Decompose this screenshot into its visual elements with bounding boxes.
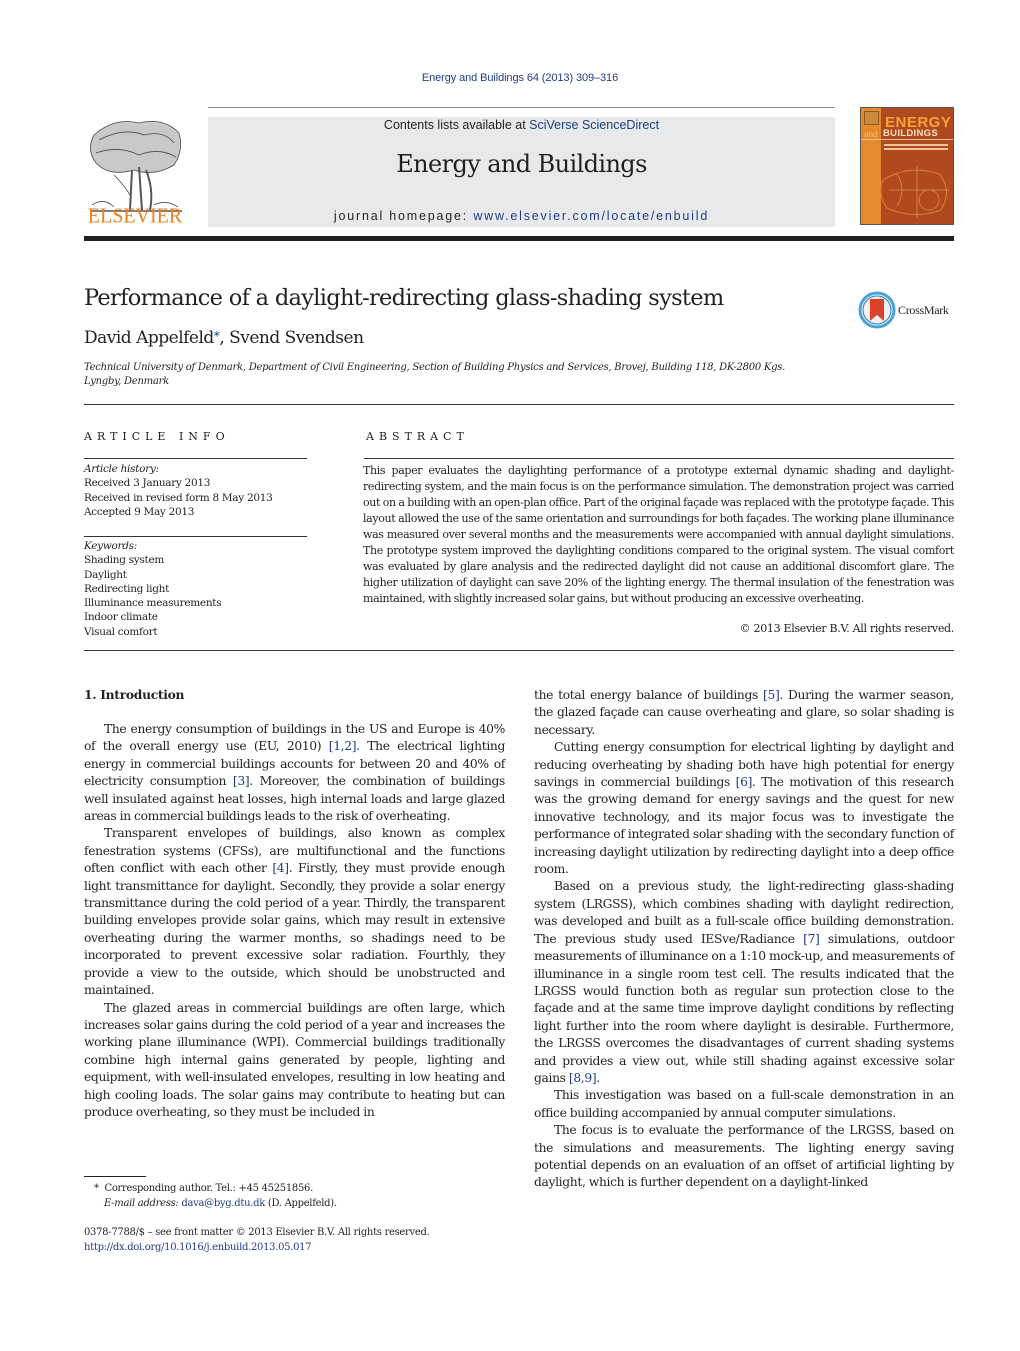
- abstract-copyright: © 2013 Elsevier B.V. All rights reserved…: [739, 622, 955, 635]
- crossmark-label[interactable]: CrossMark: [898, 303, 949, 318]
- footnote-line: * Corresponding author. Tel.: +45 452518…: [94, 1182, 337, 1197]
- section-heading-introduction: 1. Introduction: [84, 687, 185, 702]
- contents-line: Contents lists available at SciVerse Sci…: [208, 118, 835, 132]
- keyword-item: Shading system: [84, 554, 165, 567]
- footnote-rule: [84, 1176, 146, 1177]
- history-item: Received in revised form 8 May 2013: [84, 491, 273, 504]
- front-matter-text: 0378-7788/$ – see front matter © 2013 El…: [84, 1227, 430, 1238]
- journal-homepage-line: journal homepage: www.elsevier.com/locat…: [208, 209, 835, 223]
- journal-citation[interactable]: Energy and Buildings 64 (2013) 309–316: [0, 72, 1020, 84]
- body-column-left: The energy consumption of buildings in t…: [84, 721, 505, 1121]
- author-separator: ,: [219, 328, 230, 348]
- cover-title-buildings: BUILDINGS: [883, 128, 938, 139]
- header-thick-rule: [84, 236, 954, 241]
- email-label: E-mail address:: [104, 1197, 182, 1209]
- corresponding-author-footnote: * Corresponding author. Tel.: +45 452518…: [94, 1182, 337, 1211]
- citation-link[interactable]: [6]: [736, 775, 753, 789]
- keywords-label: Keywords:: [84, 540, 137, 552]
- author-name[interactable]: David Appelfeld: [84, 328, 214, 348]
- keywords-list: Keywords: Shading system Daylight Redire…: [84, 539, 222, 639]
- homepage-prefix: journal homepage:: [333, 209, 474, 223]
- article-info-heading: ARTICLE INFO: [84, 430, 230, 443]
- title-divider: [84, 404, 954, 405]
- citation-link[interactable]: [1,2]: [329, 739, 357, 753]
- keywords-rule: [84, 536, 307, 537]
- footnote-corresponding: Corresponding author. Tel.: +45 45251856…: [104, 1183, 313, 1194]
- article-info-rule: [84, 458, 307, 459]
- crossmark-icon[interactable]: [858, 291, 896, 329]
- history-item: Accepted 9 May 2013: [84, 505, 195, 518]
- paragraph-text: simulations, outdoor measurements of ill…: [534, 931, 954, 1085]
- journal-title: Energy and Buildings: [396, 150, 647, 178]
- body-paragraph: This investigation was based on a full-s…: [534, 1087, 954, 1122]
- abstract-text: This paper evaluates the daylighting per…: [363, 464, 954, 605]
- journal-cover-image[interactable]: ENERGY and BUILDINGS: [860, 107, 954, 225]
- doi-link[interactable]: http://dx.doi.org/10.1016/j.enbuild.2013…: [84, 1241, 429, 1256]
- body-paragraph: The glazed areas in commercial buildings…: [84, 1000, 505, 1122]
- abstract-rule: [364, 458, 954, 459]
- body-column-right: the total energy balance of buildings [5…: [534, 687, 954, 1192]
- email-link[interactable]: dava@byg.dtu.dk: [181, 1198, 265, 1209]
- citation-link[interactable]: [4]: [272, 861, 289, 875]
- article-history: Article history: Received 3 January 2013…: [84, 462, 273, 519]
- footnote-email-line: E-mail address: dava@byg.dtu.dk (D. Appe…: [94, 1197, 337, 1212]
- keyword-item: Daylight: [84, 568, 127, 581]
- citation-link[interactable]: [3]: [233, 774, 250, 788]
- article-title: Performance of a daylight-redirecting gl…: [84, 285, 724, 311]
- abstract-divider: [84, 650, 954, 651]
- keyword-item: Visual comfort: [84, 625, 158, 638]
- body-paragraph: Cutting energy consumption for electrica…: [534, 739, 954, 878]
- homepage-link[interactable]: www.elsevier.com/locate/enbuild: [473, 209, 709, 223]
- history-item: Received 3 January 2013: [84, 477, 211, 490]
- citation-link[interactable]: [8,9]: [569, 1071, 597, 1085]
- header-rule: [208, 107, 835, 108]
- body-paragraph: The focus is to evaluate the performance…: [534, 1122, 954, 1192]
- paragraph-text: The glazed areas in commercial buildings…: [84, 1000, 505, 1119]
- sciencedirect-link[interactable]: SciVerse ScienceDirect: [529, 118, 659, 132]
- cover-rule: [861, 139, 953, 140]
- author-affiliation: Technical University of Denmark, Departm…: [84, 362, 786, 387]
- email-suffix: (D. Appelfeld).: [264, 1197, 337, 1209]
- elsevier-logo-text[interactable]: ELSEVIER: [84, 204, 186, 228]
- contents-prefix: Contents lists available at: [383, 118, 530, 132]
- article-history-label: Article history:: [84, 463, 159, 475]
- cover-publisher-badge: [864, 111, 879, 125]
- body-paragraph: The energy consumption of buildings in t…: [84, 721, 505, 825]
- cover-illustration: [880, 166, 949, 218]
- keyword-item: Indoor climate: [84, 611, 158, 624]
- corresponding-author-mark[interactable]: *: [214, 329, 220, 343]
- paragraph-text: . The motivation of this research was th…: [534, 775, 954, 877]
- author-list: David Appelfeld*, Svend Svendsen: [84, 328, 364, 348]
- body-paragraph: Transparent envelopes of buildings, also…: [84, 825, 505, 999]
- citation-link[interactable]: [7]: [803, 932, 820, 946]
- abstract-heading: ABSTRACT: [366, 430, 469, 443]
- front-matter: 0378-7788/$ – see front matter © 2013 El…: [84, 1226, 430, 1256]
- body-paragraph: the total energy balance of buildings [5…: [534, 687, 954, 739]
- paragraph-text: The focus is to evaluate the performance…: [534, 1123, 954, 1190]
- keyword-item: Redirecting light: [84, 582, 170, 595]
- paragraph-text: This investigation was based on a full-s…: [534, 1088, 954, 1120]
- paragraph-text: . Firstly, they must provide enough ligh…: [84, 861, 505, 998]
- cover-title-and: and: [864, 130, 878, 139]
- citation-link[interactable]: [5]: [763, 688, 780, 702]
- paragraph-text: the total energy balance of buildings: [534, 688, 764, 702]
- author-name[interactable]: Svend Svendsen: [229, 328, 364, 348]
- paragraph-text: .: [596, 1070, 600, 1085]
- body-paragraph: Based on a previous study, the light-red…: [534, 878, 954, 1087]
- keyword-item: Illuminance measurements: [84, 597, 222, 610]
- cover-subtitle: [884, 144, 948, 146]
- footnote-mark: *: [94, 1183, 99, 1194]
